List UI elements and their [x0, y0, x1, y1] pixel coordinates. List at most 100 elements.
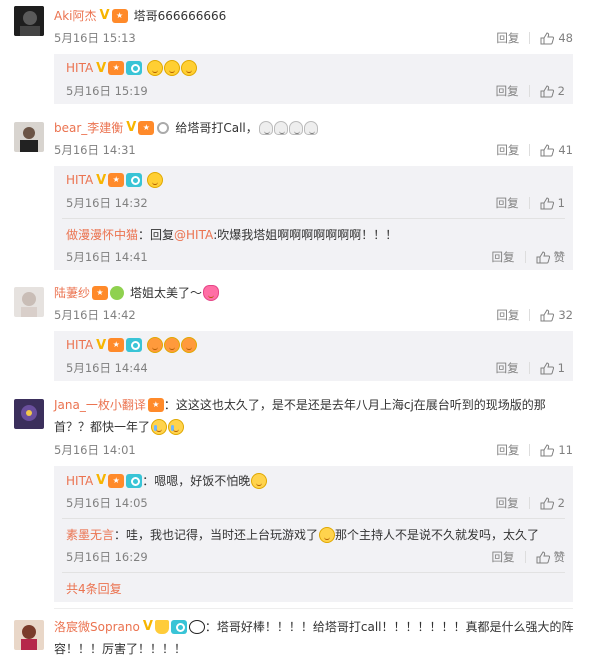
thumbs-up-icon: [540, 361, 554, 374]
medal-icon: ★: [108, 473, 125, 488]
avatar[interactable]: [14, 620, 44, 650]
username[interactable]: bear_李建衡: [54, 119, 123, 136]
like-button[interactable]: 41: [540, 143, 573, 157]
divider: [528, 362, 530, 374]
medal-icon: ★: [138, 120, 155, 135]
divider: [528, 197, 530, 209]
comment-text: 塔哥666666666: [133, 9, 227, 23]
comment-text: :吹爆我塔姐啊啊啊啊啊啊啊！！！: [213, 228, 398, 242]
reply-button[interactable]: 回复: [496, 307, 519, 323]
reply-button[interactable]: 回复: [496, 83, 519, 99]
reply-list: HITA V ★ 5月16日 14:32 回复 1 做漫漫怀中猫 ：回复 @HI…: [54, 166, 573, 270]
divider: [529, 144, 531, 156]
like-button[interactable]: 1: [540, 196, 565, 210]
like-button[interactable]: 1: [540, 361, 565, 375]
like-count: 赞: [553, 550, 566, 564]
reply-button[interactable]: 回复: [496, 360, 519, 376]
kiss-emoji-icon: [181, 337, 198, 353]
like-count: 48: [558, 31, 573, 45]
like-count: 1: [557, 361, 565, 375]
verified-icon: V: [99, 8, 110, 23]
username[interactable]: 素墨无言: [66, 526, 114, 543]
like-button[interactable]: 2: [540, 84, 565, 98]
fruit-badge-icon: [110, 285, 125, 300]
avatar[interactable]: [14, 399, 44, 429]
like-button[interactable]: 11: [540, 443, 573, 457]
timestamp: 5月16日 15:19: [66, 84, 148, 98]
thumbs-up-icon: [540, 31, 555, 44]
divider: [529, 309, 531, 321]
camera-badge-icon: [126, 473, 143, 488]
cry-emoji-icon: [151, 418, 168, 435]
username[interactable]: 洛宸微Soprano: [54, 618, 140, 635]
username[interactable]: 做漫漫怀中猫: [66, 226, 138, 243]
avatar[interactable]: [14, 287, 44, 317]
kiss-emoji-icon: [164, 337, 181, 353]
comment-text: ：嗯嗯，好饭不怕晚: [142, 474, 251, 488]
thumbs-up-icon: [536, 550, 550, 563]
thumbs-up-icon: [540, 196, 554, 209]
username[interactable]: HITA: [66, 61, 93, 75]
thumbs-up-icon: [540, 443, 555, 456]
medal-icon: ★: [108, 173, 125, 187]
avatar[interactable]: [14, 6, 44, 36]
laugh-emoji-icon: [147, 172, 164, 188]
reply-button[interactable]: 回复: [492, 249, 515, 265]
thumbs-up-icon: [540, 496, 554, 509]
camera-badge-icon: [126, 173, 143, 187]
divider: [524, 551, 526, 563]
medal-icon: ★: [147, 397, 164, 412]
ghost-emoji-icon: [288, 120, 303, 135]
timestamp: 5月16日 14:05: [66, 496, 148, 510]
verified-icon: V: [96, 60, 107, 76]
laugh-cry-emoji-icon: [319, 526, 336, 543]
timestamp: 5月16日 16:29: [66, 550, 148, 564]
verified-icon: V: [96, 337, 107, 353]
ring-badge-icon: [157, 121, 170, 134]
panda-badge-icon: [188, 619, 205, 634]
like-button[interactable]: 2: [540, 496, 565, 510]
reply-divider: [62, 572, 565, 573]
thumbs-up-icon: [536, 250, 550, 263]
comment-text-continued: 那个主持人不是说不久就发吗，太久了: [335, 528, 540, 542]
divider: [529, 32, 531, 44]
reply-button[interactable]: 回复: [496, 495, 519, 511]
reply-button[interactable]: 回复: [496, 195, 519, 211]
like-button[interactable]: 48: [540, 31, 573, 45]
like-button[interactable]: 赞: [536, 549, 566, 565]
comment-text: 给塔哥打Call，: [175, 121, 258, 135]
reply-button[interactable]: 回复: [496, 142, 519, 158]
username[interactable]: Aki阿杰: [54, 7, 97, 24]
divider: [524, 251, 526, 263]
reply-button[interactable]: 回复: [492, 549, 515, 565]
thumbs-up-icon: [540, 308, 555, 321]
avatar[interactable]: [14, 122, 44, 152]
like-button[interactable]: 赞: [536, 249, 565, 265]
username[interactable]: HITA: [66, 338, 93, 352]
username[interactable]: Jana_一枚小翻译: [54, 396, 146, 413]
divider: [528, 85, 530, 97]
medal-icon: ★: [108, 61, 125, 75]
reply-prefix: ：回复: [138, 228, 175, 242]
username[interactable]: 陆萋纱: [54, 284, 90, 301]
thumbs-up-icon: [540, 84, 554, 97]
verified-icon: V: [142, 619, 153, 634]
like-button[interactable]: 32: [540, 308, 573, 322]
camera-badge-icon: [170, 619, 187, 634]
timestamp: 5月16日 14:42: [54, 308, 136, 322]
timestamp: 5月16日 14:41: [66, 250, 148, 264]
medal-icon: ★: [108, 338, 125, 352]
mention-link[interactable]: @HITA: [174, 228, 213, 242]
like-count: 2: [557, 496, 565, 510]
reply-list: HITA V ★ 5月16日 14:44 回复 1: [54, 331, 573, 381]
divider: [54, 608, 573, 609]
reply-button[interactable]: 回复: [496, 30, 519, 46]
show-more-replies-link[interactable]: 共4条回复: [66, 580, 122, 597]
username[interactable]: HITA: [66, 173, 93, 187]
like-count: 32: [558, 308, 573, 322]
username[interactable]: HITA: [66, 474, 93, 488]
comment-text-continued: 容！！！厉害了！！！！: [54, 642, 187, 656]
reply-button[interactable]: 回复: [496, 442, 519, 458]
divider: [529, 444, 531, 456]
reply-divider: [62, 518, 565, 519]
